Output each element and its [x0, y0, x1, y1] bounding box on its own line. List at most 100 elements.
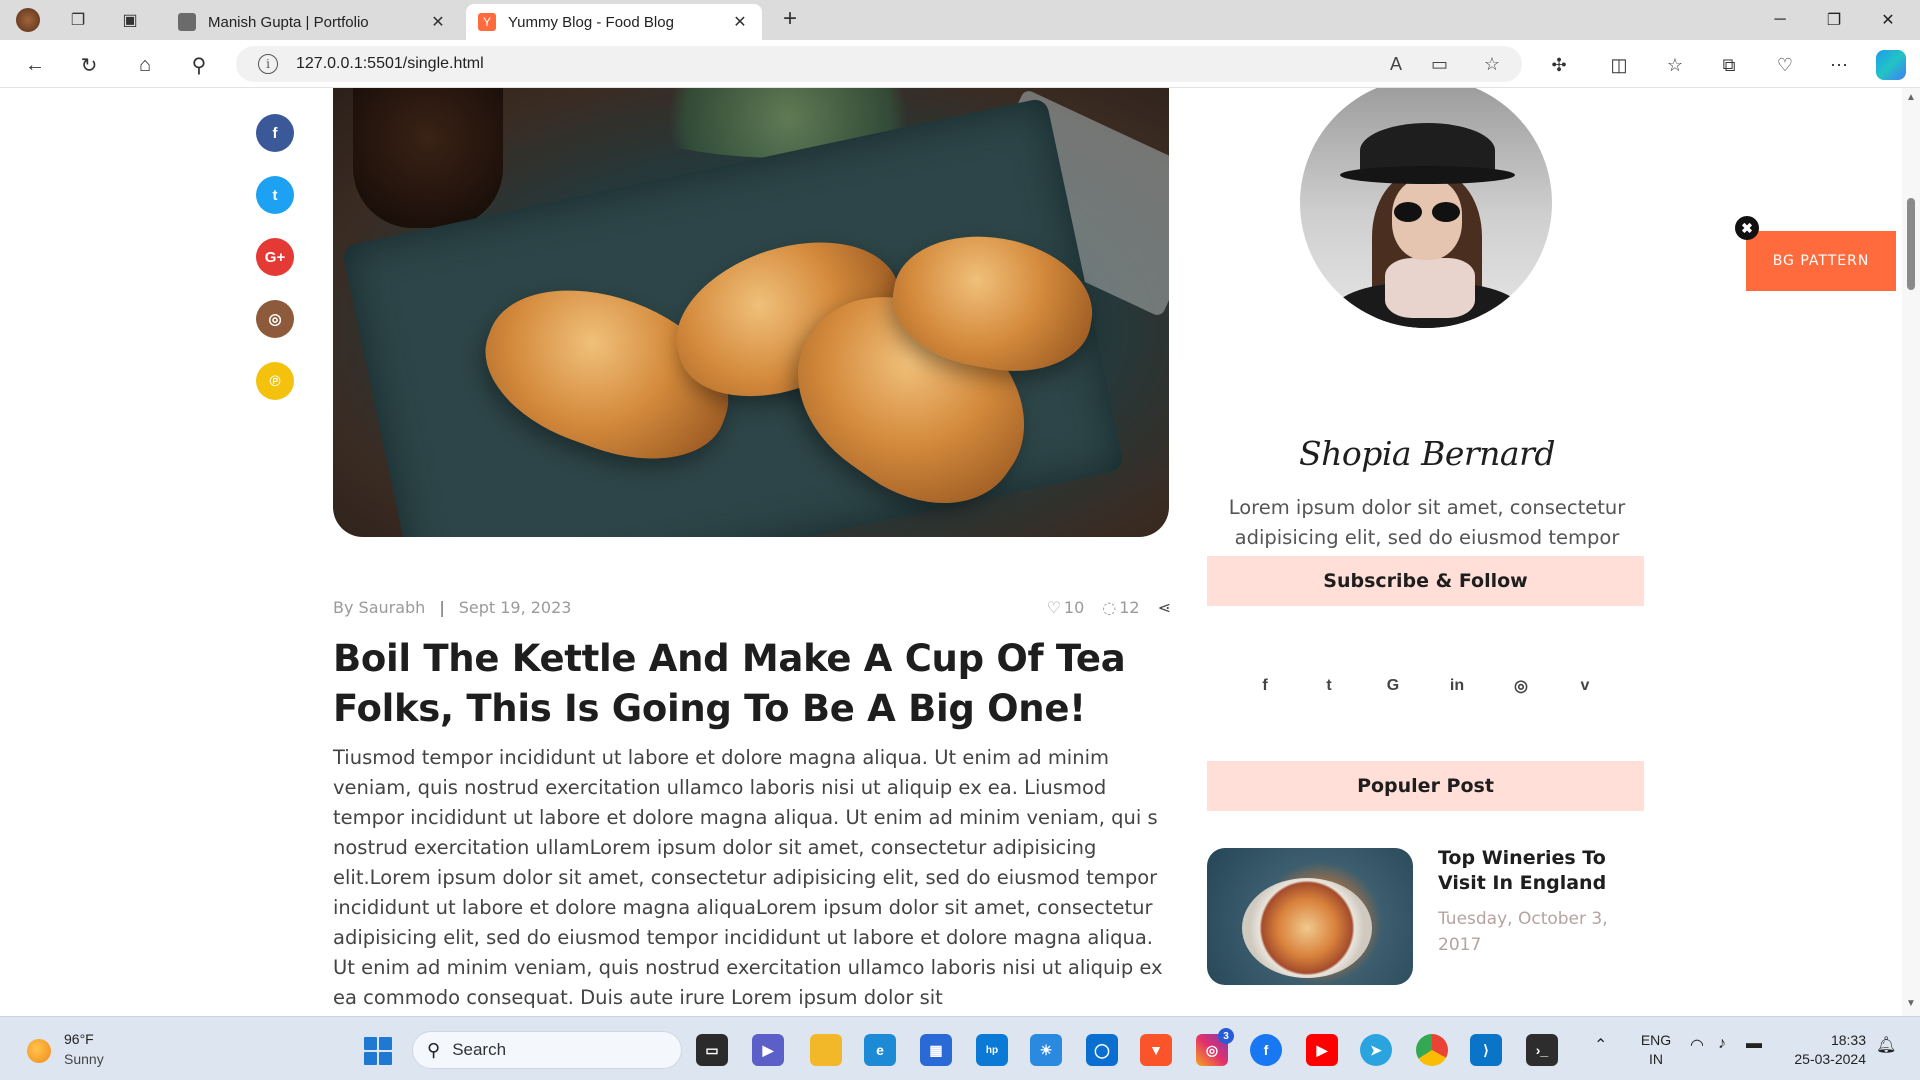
- popular-post-date: Tuesday, October 3, 2017: [1438, 909, 1608, 955]
- weather-temp[interactable]: 96°F: [64, 1031, 94, 1047]
- facebook-share-icon[interactable]: f: [256, 114, 294, 152]
- collections-icon[interactable]: ⧉: [1714, 50, 1744, 80]
- minimize-button[interactable]: ─: [1752, 0, 1808, 40]
- taskbar-search[interactable]: ⚲ Search: [412, 1031, 682, 1069]
- scroll-down-icon[interactable]: ▼: [1906, 998, 1916, 1009]
- show-hidden-icons-icon[interactable]: ⌃: [1594, 1035, 1607, 1055]
- close-icon[interactable]: ✖: [1735, 216, 1759, 240]
- meta-separator: |: [439, 597, 445, 617]
- post-author[interactable]: By Saurabh: [333, 598, 425, 617]
- file-explorer-icon[interactable]: [810, 1034, 842, 1066]
- weather-app-icon[interactable]: ☀: [1030, 1034, 1062, 1066]
- facebook-app-icon[interactable]: f: [1250, 1034, 1282, 1066]
- favorites-icon[interactable]: ☆: [1660, 50, 1690, 80]
- google-plus-share-icon[interactable]: G+: [256, 238, 294, 276]
- popular-post-title[interactable]: Top Wineries To Visit In England: [1438, 846, 1648, 896]
- windows-taskbar: 96°F Sunny ⚲ Search ▭ ▶ e ▦ hp ☀ ◯ ▼ ◎ 3 …: [0, 1016, 1920, 1080]
- close-tab-icon[interactable]: ✕: [730, 12, 750, 32]
- store-icon[interactable]: ▦: [920, 1034, 952, 1066]
- read-aloud-icon[interactable]: A: [1390, 46, 1402, 82]
- post-title: Boil The Kettle And Make A Cup Of Tea Fo…: [333, 637, 1126, 730]
- google-icon[interactable]: G: [1378, 677, 1408, 695]
- task-view-icon[interactable]: ▭: [696, 1034, 728, 1066]
- immersive-reader-icon[interactable]: ▭: [1431, 46, 1448, 82]
- tab-yummy-blog[interactable]: Y Yummy Blog - Food Blog ✕: [466, 4, 762, 40]
- twitter-icon[interactable]: t: [1314, 677, 1344, 695]
- back-arrow-icon[interactable]: ←: [20, 50, 50, 80]
- system-clock[interactable]: 18:33 25-03-2024: [1786, 1031, 1866, 1069]
- start-button[interactable]: [364, 1037, 392, 1065]
- linkedin-icon[interactable]: in: [1442, 677, 1472, 695]
- notification-bell-icon[interactable]: 🔔︎: [1876, 1035, 1896, 1055]
- wifi-icon[interactable]: ◠: [1690, 1035, 1704, 1055]
- yummy-favicon-icon: Y: [478, 13, 496, 31]
- popular-post-heading: Populer Post: [1207, 761, 1644, 811]
- likes-stat[interactable]: ♡ 10: [1047, 598, 1085, 617]
- instagram-app-icon[interactable]: ◎ 3: [1196, 1028, 1234, 1066]
- instagram-share-icon[interactable]: ◎: [256, 300, 294, 338]
- chrome-icon[interactable]: [1416, 1034, 1448, 1066]
- volume-icon[interactable]: ♪: [1718, 1035, 1726, 1053]
- tab-portfolio[interactable]: Manish Gupta | Portfolio ✕: [166, 4, 460, 40]
- follow-icons: f t G in ◎ v: [1250, 671, 1600, 701]
- tab-title: Manish Gupta | Portfolio: [208, 13, 369, 31]
- favorite-star-icon[interactable]: ☆: [1484, 46, 1500, 82]
- myhp-icon[interactable]: hp: [976, 1034, 1008, 1066]
- close-window-button[interactable]: ✕: [1860, 0, 1916, 40]
- terminal-icon[interactable]: ›_: [1526, 1034, 1558, 1066]
- scrollbar-thumb[interactable]: [1907, 198, 1915, 290]
- search-placeholder: Search: [452, 1040, 507, 1059]
- page-scrollbar[interactable]: ▲ ▼: [1902, 88, 1920, 1016]
- tab-actions-icon[interactable]: ▣: [116, 6, 144, 34]
- subscribe-heading: Subscribe & Follow: [1207, 556, 1644, 606]
- url-text[interactable]: 127.0.0.1:5501/single.html: [296, 55, 484, 73]
- close-tab-icon[interactable]: ✕: [428, 12, 448, 32]
- address-bar[interactable]: i 127.0.0.1:5501/single.html A ▭ ☆: [236, 46, 1522, 82]
- notification-badge: 3: [1218, 1028, 1234, 1044]
- battery-icon[interactable]: ▬: [1746, 1035, 1762, 1053]
- heart-icon: ♡: [1046, 597, 1061, 617]
- tab-title: Yummy Blog - Food Blog: [508, 13, 674, 31]
- share-icon[interactable]: ⋖: [1158, 598, 1171, 617]
- pinterest-share-icon[interactable]: ℗: [256, 362, 294, 400]
- facebook-icon[interactable]: f: [1250, 677, 1280, 695]
- likes-count: 10: [1063, 597, 1085, 617]
- vscode-icon[interactable]: ⟩: [1470, 1034, 1502, 1066]
- author-name: Shopia Bernard: [1299, 434, 1555, 473]
- extensions-icon[interactable]: ✣: [1544, 50, 1574, 80]
- telegram-icon[interactable]: ➤: [1360, 1034, 1392, 1066]
- author-avatar: [1300, 88, 1552, 328]
- post-hero-image: [333, 88, 1169, 537]
- bg-pattern-button[interactable]: BG PATTERN: [1746, 231, 1896, 291]
- address-bar-row: ← ↻ ⌂ ⚲ i 127.0.0.1:5501/single.html A ▭…: [0, 40, 1920, 88]
- profile-avatar[interactable]: [14, 6, 42, 34]
- brave-icon[interactable]: ▼: [1140, 1034, 1172, 1066]
- new-tab-button[interactable]: +: [776, 6, 804, 34]
- language-indicator[interactable]: ENG IN: [1636, 1031, 1676, 1069]
- restore-button[interactable]: ❐: [1806, 0, 1862, 40]
- comments-stat[interactable]: ◌ 12: [1102, 598, 1139, 617]
- weather-condition[interactable]: Sunny: [64, 1051, 104, 1067]
- browser-essentials-icon[interactable]: ♡: [1770, 50, 1800, 80]
- teams-icon[interactable]: ▶: [752, 1034, 784, 1066]
- youtube-icon[interactable]: ▶: [1306, 1034, 1338, 1066]
- split-screen-icon[interactable]: ◫: [1604, 50, 1634, 80]
- browser-tab-strip: ❐ ▣ Manish Gupta | Portfolio ✕ Y Yummy B…: [0, 0, 1920, 40]
- edge-icon[interactable]: e: [864, 1034, 896, 1066]
- vimeo-icon[interactable]: v: [1570, 677, 1600, 695]
- search-icon[interactable]: ⚲: [184, 50, 214, 80]
- workspaces-icon[interactable]: ❐: [64, 6, 92, 34]
- copilot-icon[interactable]: [1876, 50, 1906, 80]
- instagram-icon[interactable]: ◎: [1506, 676, 1536, 696]
- popular-post-thumbnail[interactable]: [1207, 848, 1413, 985]
- refresh-icon[interactable]: ↻: [74, 50, 104, 80]
- twitter-share-icon[interactable]: t: [256, 176, 294, 214]
- post-body: Tiusmod tempor incididunt ut labore et d…: [333, 746, 1163, 1009]
- more-menu-icon[interactable]: ⋯: [1824, 50, 1854, 80]
- sun-icon[interactable]: [27, 1039, 51, 1063]
- cortana-icon[interactable]: ◯: [1086, 1034, 1118, 1066]
- site-info-icon[interactable]: i: [258, 54, 278, 74]
- scroll-up-icon[interactable]: ▲: [1906, 92, 1916, 103]
- post-meta: By Saurabh | Sept 19, 2023 ♡ 10 ◌ 12 ⋖: [333, 593, 1171, 621]
- home-icon[interactable]: ⌂: [130, 50, 160, 80]
